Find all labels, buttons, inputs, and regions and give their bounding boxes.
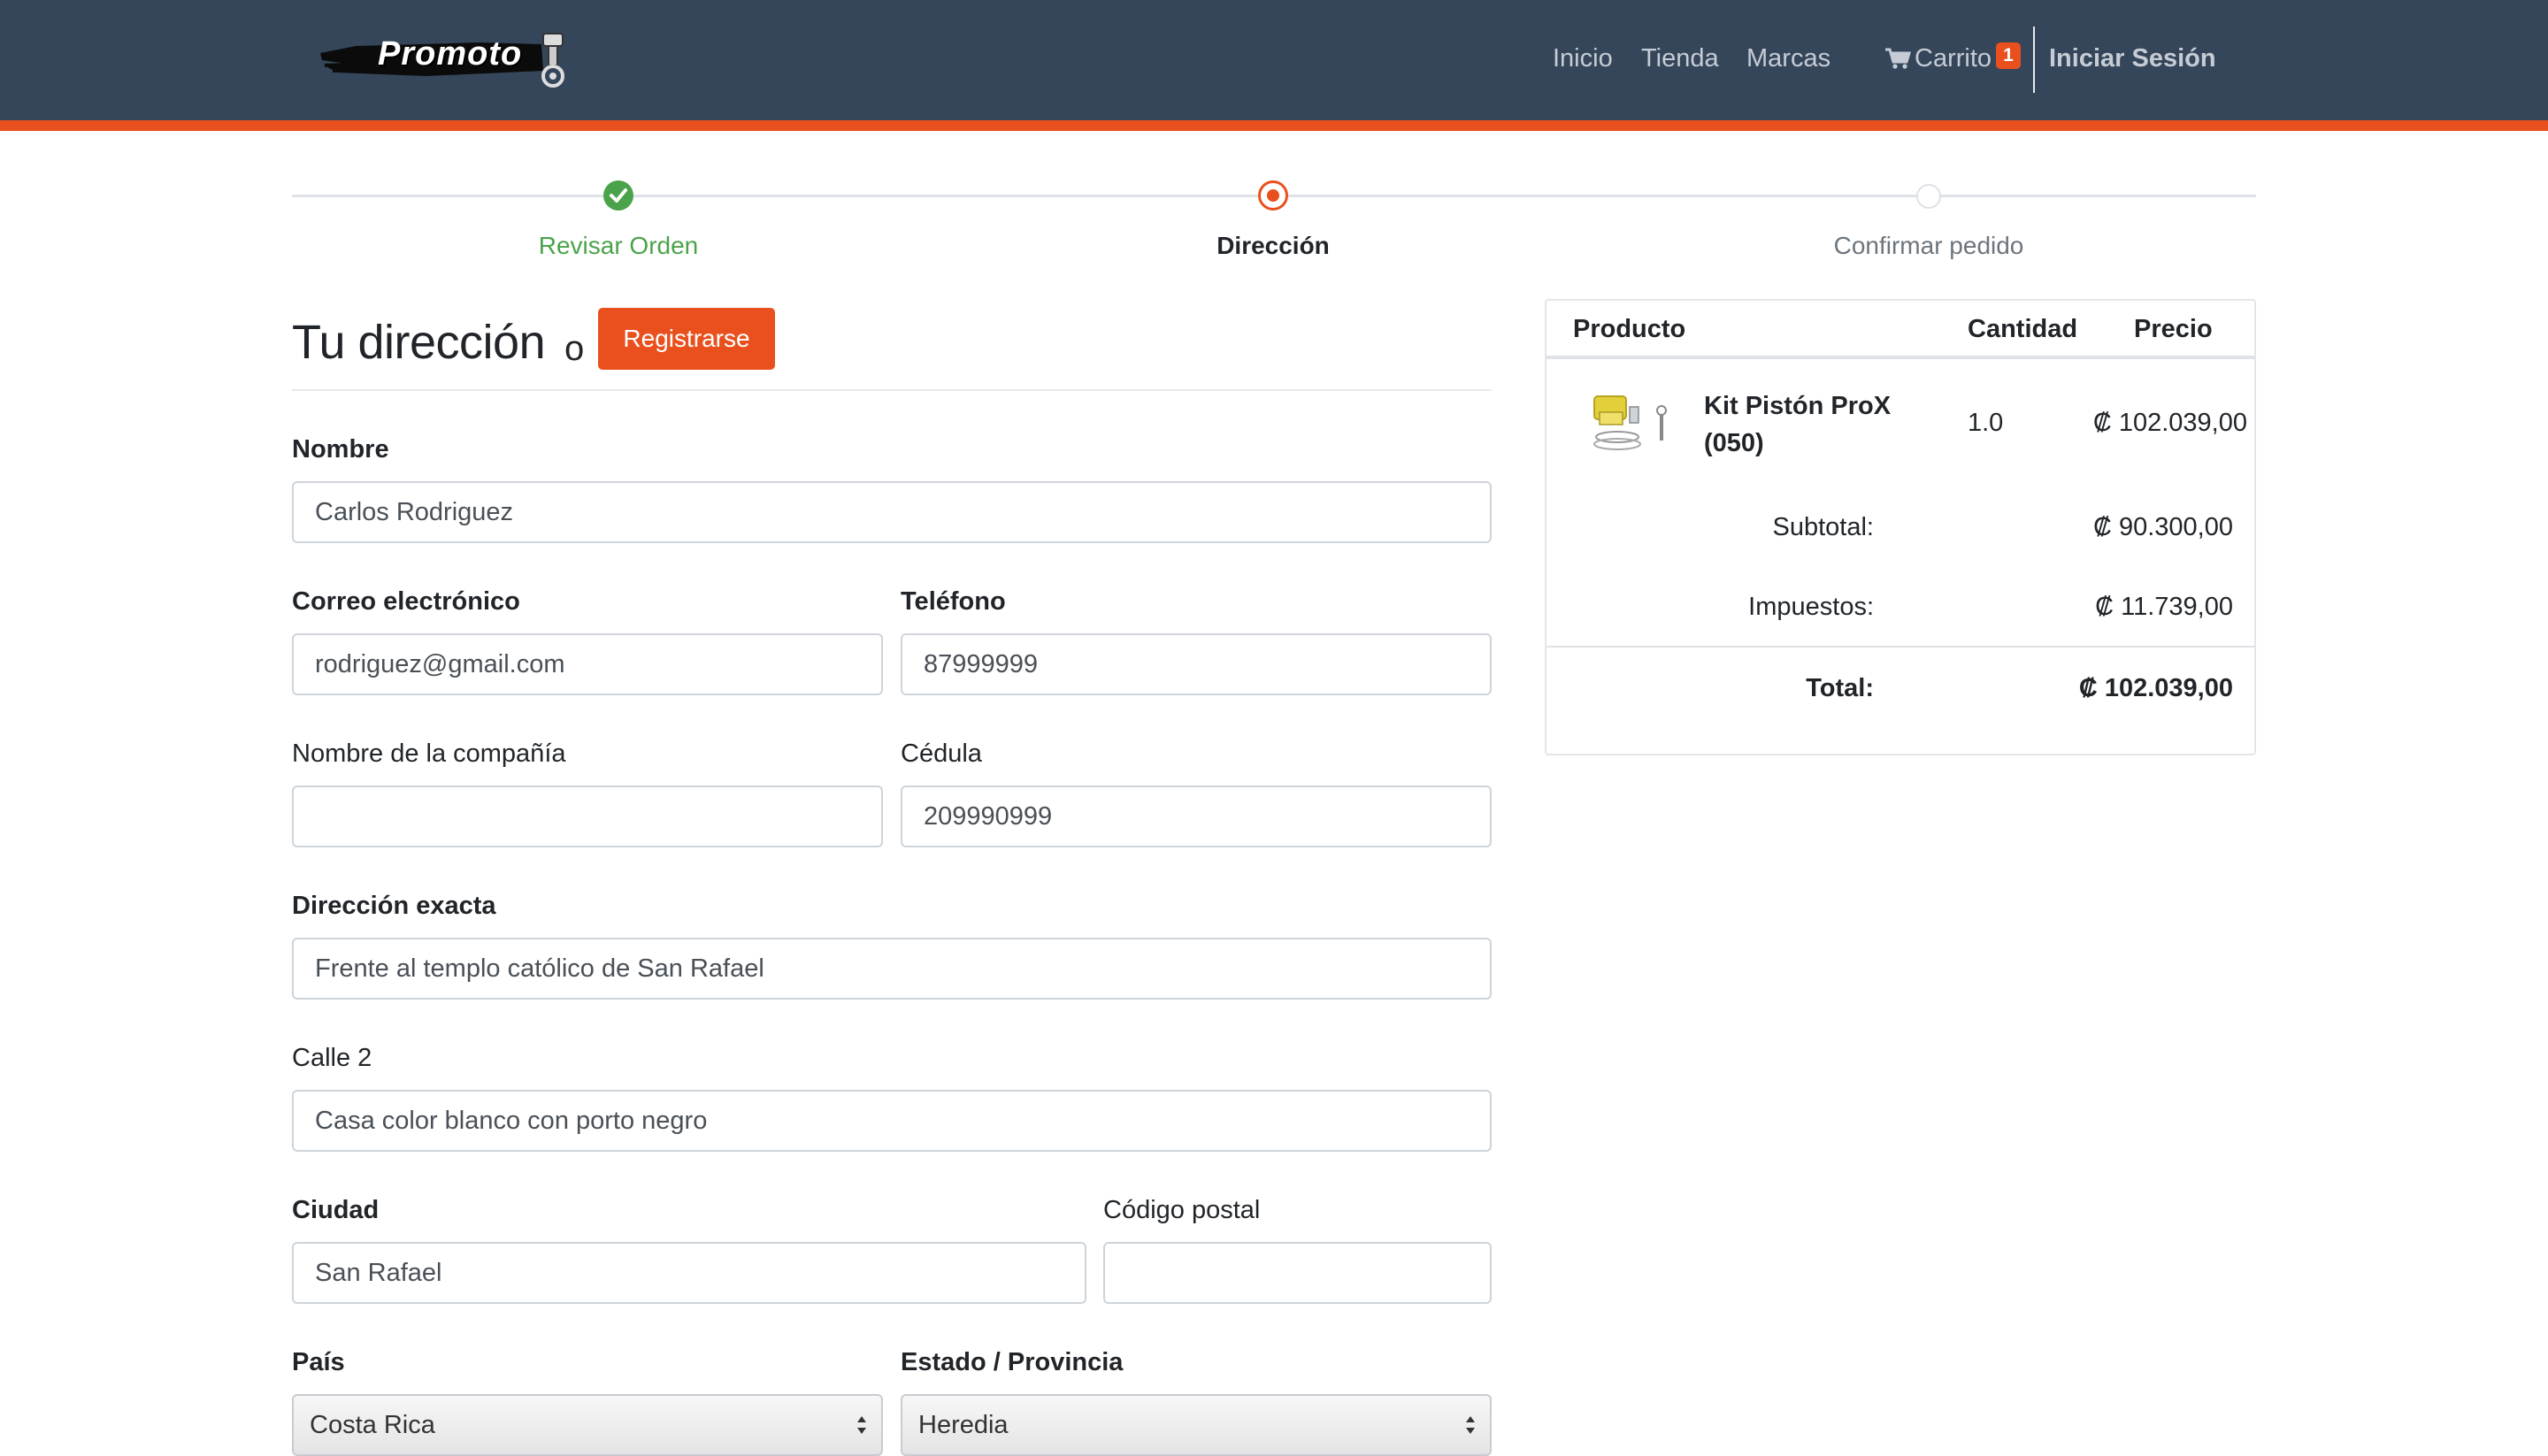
select-arrows-icon [1466, 1416, 1475, 1434]
subtotal-label: Subtotal: [1772, 513, 1874, 541]
step-label-revisar[interactable]: Revisar Orden [397, 232, 840, 260]
select-arrows-icon [857, 1416, 866, 1434]
nav-link-marcas[interactable]: Marcas [1746, 44, 1830, 73]
cedula-input[interactable]: 209990999 [901, 785, 1492, 847]
pais-label: País [292, 1348, 345, 1376]
order-summary-card: Producto Cantidad Precio Kit Pistón ProX… [1545, 299, 2256, 755]
nav-divider [2033, 27, 2035, 93]
country-select[interactable]: Costa Rica [292, 1394, 883, 1456]
page-title: Tu dirección [292, 316, 546, 369]
product-name[interactable]: Kit Pistón ProX (050) [1704, 387, 1907, 462]
cart-count-badge: 1 [1996, 42, 2021, 69]
step-pending-dot-icon [1916, 184, 1941, 209]
login-link[interactable]: Iniciar Sesión [2049, 44, 2216, 73]
city-input[interactable]: San Rafael [292, 1242, 1086, 1304]
cart-link[interactable]: Carrito [1884, 44, 1992, 73]
step-label-direccion: Dirección [1216, 232, 1330, 259]
correo-label: Correo electrónico [292, 587, 520, 616]
step-done-check-icon [603, 180, 633, 211]
header-price: Precio [2134, 315, 2213, 343]
email-input[interactable]: rodriguez@gmail.com [292, 633, 883, 695]
estado-label: Estado / Provincia [901, 1348, 1124, 1376]
step-label-confirmar: Confirmar pedido [1833, 232, 2024, 259]
nav-link-inicio[interactable]: Inicio [1553, 44, 1613, 73]
taxes-value: ₡ 11.739,00 [2095, 593, 2233, 621]
company-input[interactable] [292, 785, 883, 847]
telefono-label: Teléfono [901, 587, 1006, 616]
ciudad-label: Ciudad [292, 1196, 380, 1224]
step-active-dot-icon [1258, 180, 1288, 211]
total-value: ₡ 102.039,00 [2078, 674, 2233, 702]
product-quantity: 1.0 [1968, 409, 2004, 437]
nombre-input[interactable]: Carlos Rodriguez [292, 481, 1492, 543]
postal-code-input[interactable] [1103, 1242, 1492, 1304]
register-button[interactable]: Registrarse [598, 308, 775, 370]
header-quantity: Cantidad [1968, 315, 2078, 343]
promoto-logo[interactable]: Promoto [320, 27, 577, 96]
total-label: Total: [1806, 674, 1874, 702]
address-input[interactable]: Frente al templo católico de San Rafael [292, 938, 1492, 1000]
subtotal-value: ₡ 90.300,00 [2092, 513, 2233, 541]
header-product: Producto [1573, 315, 1686, 343]
logo-wordmark: Promoto [378, 35, 523, 73]
nombre-label: Nombre [292, 435, 389, 464]
calle2-label: Calle 2 [292, 1044, 372, 1072]
top-navbar: Promoto Inicio Tienda Marcas Carrito 1 I… [0, 0, 2548, 120]
shopping-cart-icon [1885, 48, 1911, 69]
cart-label: Carrito [1915, 44, 1992, 73]
province-select-value: Heredia [918, 1411, 1009, 1439]
cedula-label: Cédula [901, 739, 982, 768]
street2-input[interactable]: Casa color blanco con porto negro [292, 1090, 1492, 1152]
navbar-accent-bar [0, 120, 2548, 131]
summary-total-divider [1546, 646, 2254, 648]
country-select-value: Costa Rica [310, 1411, 435, 1439]
phone-input[interactable]: 87999999 [901, 633, 1492, 695]
product-price: ₡ 102.039,00 [2092, 409, 2247, 437]
postal-label: Código postal [1103, 1196, 1261, 1224]
direccion-label: Dirección exacta [292, 892, 496, 920]
nav-link-tienda[interactable]: Tienda [1641, 44, 1719, 73]
product-thumbnail[interactable] [1587, 389, 1676, 460]
title-or-text: o [564, 329, 585, 368]
province-select[interactable]: Heredia [901, 1394, 1492, 1456]
taxes-label: Impuestos: [1748, 593, 1874, 621]
summary-header-divider [1546, 356, 2254, 359]
compania-label: Nombre de la compañía [292, 739, 566, 768]
title-divider [292, 389, 1492, 391]
